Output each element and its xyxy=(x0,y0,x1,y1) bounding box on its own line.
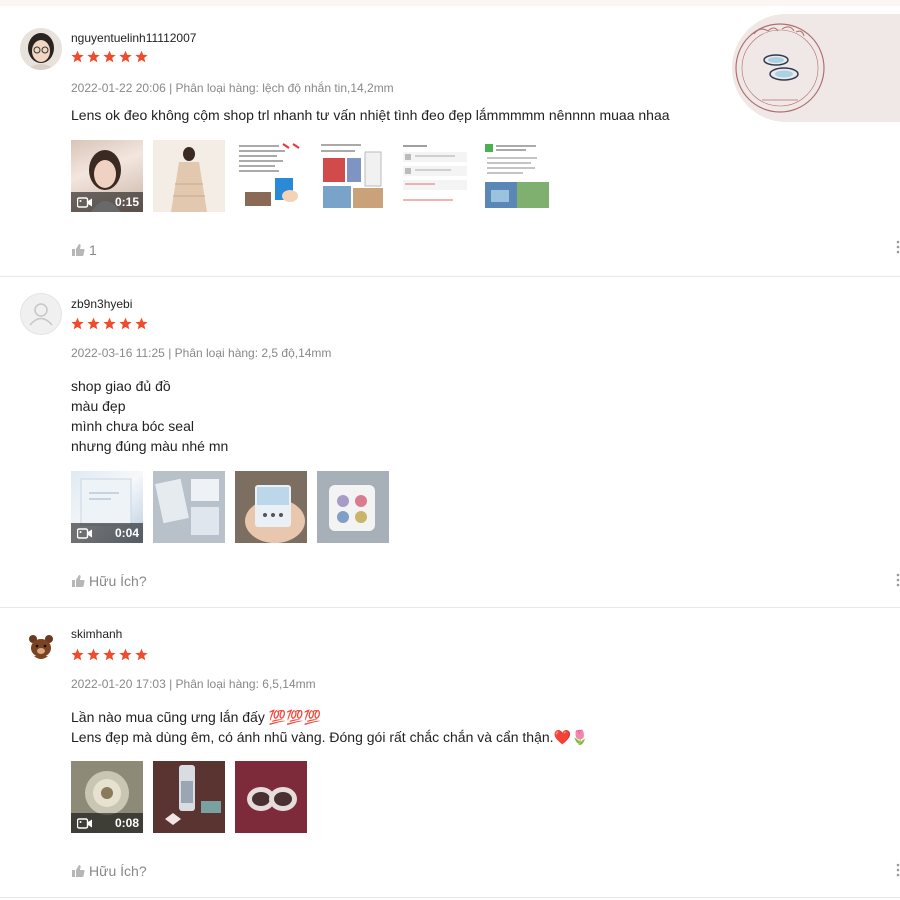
star-icon xyxy=(119,50,132,63)
review-comment: Lần nào mua cũng ưng lắn đấy 💯💯💯 Lens đẹ… xyxy=(71,709,589,745)
review-photo[interactable] xyxy=(235,471,307,543)
star-icon xyxy=(135,648,148,661)
star-icon xyxy=(135,317,148,330)
star-icon xyxy=(87,317,100,330)
video-thumbnail[interactable]: 0:04 xyxy=(71,471,143,543)
helpful-button[interactable]: Hữu Ích? xyxy=(71,863,147,879)
star-rating xyxy=(71,648,148,664)
review-meta: 2022-01-20 17:03 | Phân loại hàng: 6,5,1… xyxy=(71,677,316,691)
bear-avatar-icon xyxy=(29,635,53,659)
star-icon xyxy=(103,50,116,63)
avatar[interactable] xyxy=(20,626,62,668)
review-media: 0:04 xyxy=(71,471,389,543)
thumbs-up-icon xyxy=(72,865,85,877)
more-options-icon[interactable] xyxy=(896,573,900,587)
more-options-icon[interactable] xyxy=(896,863,900,877)
video-camera-icon xyxy=(77,528,92,539)
reviewer-name[interactable]: zb9n3hyebi xyxy=(71,297,132,311)
star-icon xyxy=(103,648,116,661)
video-duration: 0:04 xyxy=(114,526,139,540)
video-camera-icon xyxy=(77,197,92,208)
star-icon xyxy=(71,317,84,330)
reviewer-name[interactable]: skimhanh xyxy=(71,627,122,641)
helpful-label: Hữu Ích? xyxy=(89,863,147,879)
star-rating xyxy=(71,50,148,66)
video-duration: 0:15 xyxy=(114,195,139,209)
review-item: skimhanh 2022-01-20 17:03 | Phân loại hà… xyxy=(0,608,900,898)
review-item: nguyentuelinh11112007 2022-01-22 20:06 |… xyxy=(0,6,900,277)
helpful-label: Hữu Ích? xyxy=(89,573,147,589)
star-icon xyxy=(87,648,100,661)
helpful-button[interactable]: Hữu Ích? xyxy=(71,573,147,589)
star-rating xyxy=(71,317,148,333)
star-icon xyxy=(103,317,116,330)
default-user-icon xyxy=(29,303,53,326)
thumbs-up-icon xyxy=(72,575,85,587)
helpful-button[interactable]: 1 xyxy=(71,242,97,258)
star-icon xyxy=(119,648,132,661)
review-photo[interactable] xyxy=(481,140,553,212)
review-photo[interactable] xyxy=(235,140,307,212)
review-media: 0:08 xyxy=(71,761,307,833)
like-count: 1 xyxy=(89,242,97,258)
thumbs-up-icon xyxy=(72,244,85,256)
review-meta: 2022-01-22 20:06 | Phân loại hàng: lệch … xyxy=(71,81,394,95)
video-thumbnail[interactable]: 0:08 xyxy=(71,761,143,833)
review-photo[interactable] xyxy=(317,471,389,543)
star-icon xyxy=(87,50,100,63)
review-photo[interactable] xyxy=(153,761,225,833)
video-thumbnail[interactable]: 0:15 xyxy=(71,140,143,212)
review-photo[interactable] xyxy=(235,761,307,833)
star-icon xyxy=(71,648,84,661)
review-meta: 2022-03-16 11:25 | Phân loại hàng: 2,5 đ… xyxy=(71,346,332,360)
video-duration: 0:08 xyxy=(114,816,139,830)
review-item: zb9n3hyebi 2022-03-16 11:25 | Phân loại … xyxy=(0,277,900,608)
star-icon xyxy=(119,317,132,330)
avatar[interactable] xyxy=(20,28,62,70)
review-photo[interactable] xyxy=(399,140,471,212)
reviewer-name[interactable]: nguyentuelinh11112007 xyxy=(71,31,196,45)
star-icon xyxy=(71,50,84,63)
star-icon xyxy=(135,50,148,63)
video-camera-icon xyxy=(77,818,92,829)
more-options-icon[interactable] xyxy=(896,240,900,254)
avatar[interactable] xyxy=(20,293,62,335)
review-comment: shop giao đủ đồ màu đẹp mình chưa bóc se… xyxy=(71,378,229,454)
review-media: 0:15 xyxy=(71,140,553,212)
review-photo[interactable] xyxy=(317,140,389,212)
review-photo[interactable] xyxy=(153,471,225,543)
review-comment: Lens ok đeo không cộm shop trl nhanh tư … xyxy=(71,107,670,123)
review-photo[interactable] xyxy=(153,140,225,212)
